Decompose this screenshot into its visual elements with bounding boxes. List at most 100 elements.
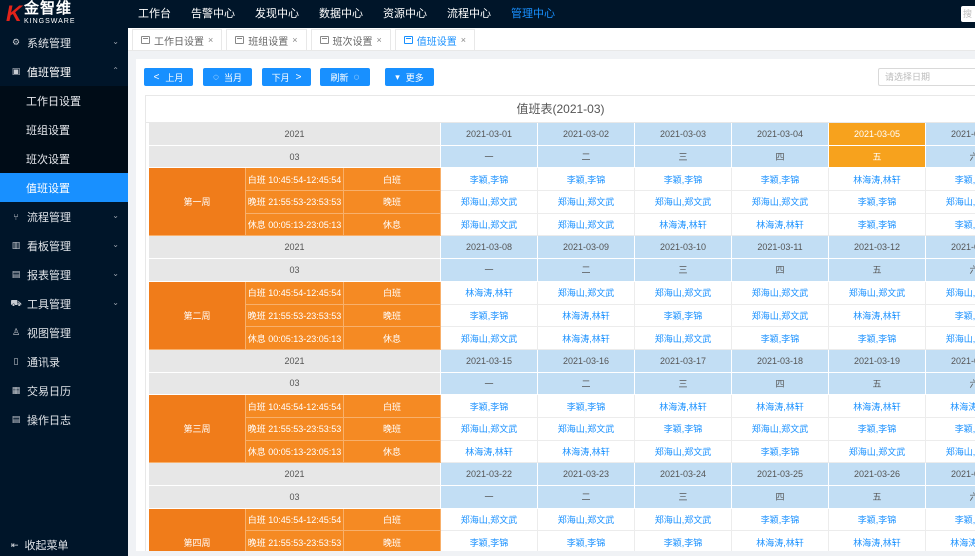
staff-cell[interactable]: 林海涛,林轩: [829, 304, 926, 328]
collapse-menu-button[interactable]: ⇤ 收起菜单: [0, 534, 128, 556]
sidebar-item[interactable]: ▥ 看板管理 ⌄: [0, 231, 128, 260]
staff-cell[interactable]: 郑海山,郑文武: [926, 191, 975, 214]
staff-cell[interactable]: 李颖,李锦: [732, 327, 829, 350]
tab-item[interactable]: 值班设置 ×: [394, 29, 476, 50]
top-nav-item[interactable]: 管理中心: [501, 0, 565, 28]
staff-cell[interactable]: 林海涛,林轩: [635, 213, 732, 237]
staff-cell[interactable]: 郑海山,郑文武: [441, 327, 538, 350]
sidebar-item[interactable]: ♙ 视图管理: [0, 318, 128, 347]
staff-cell[interactable]: 李颖,李锦: [926, 508, 975, 532]
staff-cell[interactable]: 林海涛,林轩: [732, 213, 829, 237]
logo[interactable]: K 金智维 KINGSWARE: [0, 0, 128, 28]
staff-cell[interactable]: 李颖,李锦: [538, 395, 635, 418]
close-icon[interactable]: ×: [377, 35, 382, 45]
sidebar-item[interactable]: ⚙ 系统管理 ⌄: [0, 28, 128, 57]
staff-cell[interactable]: 林海涛,林轩: [732, 531, 829, 551]
tab-item[interactable]: 班组设置 ×: [226, 29, 307, 50]
staff-cell[interactable]: 李颖,李锦: [441, 304, 538, 328]
sidebar-item[interactable]: ▯ 通讯录: [0, 347, 128, 376]
staff-cell[interactable]: 李颖,李锦: [441, 395, 538, 418]
staff-cell[interactable]: 郑海山,郑文武: [635, 440, 732, 464]
staff-cell[interactable]: 郑海山,郑文武: [538, 191, 635, 214]
staff-cell[interactable]: 郑海山,郑文武: [538, 281, 635, 305]
date-picker-input[interactable]: 请选择日期: [878, 68, 975, 86]
staff-cell[interactable]: 郑海山,郑文武: [732, 191, 829, 214]
sidebar-item[interactable]: ⑂ 流程管理 ⌄: [0, 202, 128, 231]
sidebar-item[interactable]: 值班设置: [0, 173, 128, 202]
sidebar-item[interactable]: ▣ 值班管理 ⌃: [0, 57, 128, 86]
close-icon[interactable]: ×: [292, 35, 297, 45]
staff-cell[interactable]: 郑海山,郑文武: [732, 417, 829, 441]
staff-cell[interactable]: 郑海山,郑文武: [732, 304, 829, 328]
staff-cell[interactable]: 李颖,李锦: [829, 213, 926, 237]
staff-cell[interactable]: 林海涛,林轩: [538, 304, 635, 328]
sidebar-item[interactable]: ⛟ 工具管理 ⌄: [0, 289, 128, 318]
staff-cell[interactable]: 李颖,李锦: [538, 168, 635, 192]
staff-cell[interactable]: 郑海山,郑文武: [829, 440, 926, 464]
staff-cell[interactable]: 郑海山,郑文武: [538, 213, 635, 237]
staff-cell[interactable]: 郑海山,郑文武: [635, 327, 732, 350]
staff-cell[interactable]: 郑海山,郑文武: [926, 440, 975, 464]
sidebar-item[interactable]: ▦ 交易日历: [0, 376, 128, 405]
top-nav-item[interactable]: 发现中心: [245, 0, 309, 28]
staff-cell[interactable]: 李颖,李锦: [926, 417, 975, 441]
staff-cell[interactable]: 郑海山,郑文武: [926, 281, 975, 305]
staff-cell[interactable]: 林海涛,林轩: [829, 168, 926, 192]
staff-cell[interactable]: 郑海山,郑文武: [441, 508, 538, 532]
tab-item[interactable]: 班次设置 ×: [310, 29, 391, 50]
staff-cell[interactable]: 李颖,李锦: [635, 168, 732, 192]
staff-cell[interactable]: 李颖,李锦: [926, 213, 975, 237]
sidebar-item[interactable]: 班次设置: [0, 144, 128, 173]
top-search-input[interactable]: 搜: [961, 6, 975, 22]
staff-cell[interactable]: 林海涛,林轩: [635, 395, 732, 418]
staff-cell[interactable]: 林海涛,林轩: [538, 327, 635, 350]
staff-cell[interactable]: 郑海山,郑文武: [635, 191, 732, 214]
staff-cell[interactable]: 郑海山,郑文武: [732, 281, 829, 305]
staff-cell[interactable]: 郑海山,郑文武: [926, 327, 975, 350]
staff-cell[interactable]: 林海涛,林轩: [732, 395, 829, 418]
staff-cell[interactable]: 李颖,李锦: [635, 417, 732, 441]
staff-cell[interactable]: 林海涛,林轩: [926, 531, 975, 551]
staff-cell[interactable]: 李颖,李锦: [635, 531, 732, 551]
sidebar-item[interactable]: 工作日设置: [0, 86, 128, 115]
staff-cell[interactable]: 李颖,李锦: [441, 531, 538, 551]
current-month-button[interactable]: ◌ 当月: [203, 68, 252, 86]
staff-cell[interactable]: 郑海山,郑文武: [635, 281, 732, 305]
staff-cell[interactable]: 林海涛,林轩: [829, 531, 926, 551]
staff-cell[interactable]: 李颖,李锦: [926, 304, 975, 328]
staff-cell[interactable]: 林海涛,林轩: [441, 440, 538, 464]
top-nav-item[interactable]: 流程中心: [437, 0, 501, 28]
more-button[interactable]: ▾ 更多: [385, 68, 434, 86]
staff-cell[interactable]: 李颖,李锦: [926, 168, 975, 192]
staff-cell[interactable]: 郑海山,郑文武: [441, 417, 538, 441]
staff-cell[interactable]: 李颖,李锦: [538, 531, 635, 551]
staff-cell[interactable]: 李颖,李锦: [732, 508, 829, 532]
staff-cell[interactable]: 林海涛,林轩: [926, 395, 975, 418]
staff-cell[interactable]: 李颖,李锦: [635, 304, 732, 328]
staff-cell[interactable]: 郑海山,郑文武: [635, 508, 732, 532]
refresh-button[interactable]: 刷新 ◌: [320, 68, 370, 86]
staff-cell[interactable]: 郑海山,郑文武: [538, 508, 635, 532]
tab-item[interactable]: 工作日设置 ×: [132, 29, 223, 50]
top-nav-item[interactable]: 告警中心: [181, 0, 245, 28]
staff-cell[interactable]: 郑海山,郑文武: [538, 417, 635, 441]
staff-cell[interactable]: 郑海山,郑文武: [441, 191, 538, 214]
staff-cell[interactable]: 林海涛,林轩: [829, 395, 926, 418]
staff-cell[interactable]: 李颖,李锦: [441, 168, 538, 192]
prev-month-button[interactable]: < 上月: [144, 68, 193, 86]
staff-cell[interactable]: 李颖,李锦: [829, 191, 926, 214]
close-icon[interactable]: ×: [208, 35, 213, 45]
staff-cell[interactable]: 李颖,李锦: [829, 508, 926, 532]
close-icon[interactable]: ×: [461, 35, 466, 45]
staff-cell[interactable]: 李颖,李锦: [829, 417, 926, 441]
top-nav-item[interactable]: 数据中心: [309, 0, 373, 28]
sidebar-item[interactable]: ▤ 操作日志: [0, 405, 128, 434]
staff-cell[interactable]: 李颖,李锦: [732, 440, 829, 464]
staff-cell[interactable]: 郑海山,郑文武: [441, 213, 538, 237]
staff-cell[interactable]: 林海涛,林轩: [538, 440, 635, 464]
next-month-button[interactable]: 下月 >: [262, 68, 311, 86]
staff-cell[interactable]: 李颖,李锦: [829, 327, 926, 350]
staff-cell[interactable]: 林海涛,林轩: [441, 281, 538, 305]
sidebar-item[interactable]: ▤ 报表管理 ⌄: [0, 260, 128, 289]
top-nav-item[interactable]: 资源中心: [373, 0, 437, 28]
